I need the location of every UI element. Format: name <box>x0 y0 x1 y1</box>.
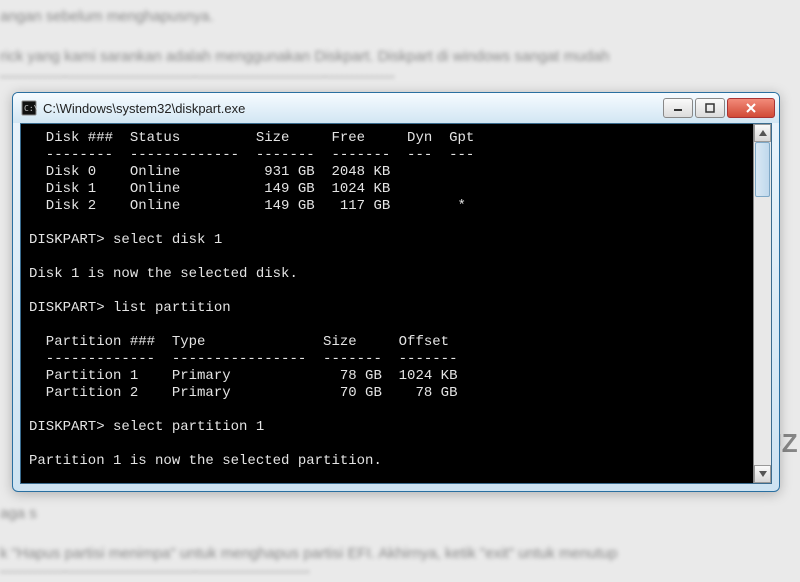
scrollbar-track[interactable] <box>754 142 771 465</box>
partition-row: Partition 1 Primary 78 GB 1024 KB <box>29 368 457 384</box>
disk-row: Disk 0 Online 931 GB 2048 KB <box>29 164 390 180</box>
minimize-button[interactable] <box>663 98 693 118</box>
command-input: list partition <box>113 300 231 316</box>
close-button[interactable] <box>727 98 775 118</box>
vertical-scrollbar[interactable] <box>753 124 771 483</box>
background-text: k "Hapus partisi menimpa" untuk menghapu… <box>0 545 617 562</box>
window-title: C:\Windows\system32\diskpart.exe <box>43 101 661 116</box>
response: Disk 1 is now the selected disk. <box>29 266 298 282</box>
prompt: DISKPART> <box>29 232 113 248</box>
console-output[interactable]: Disk ### Status Size Free Dyn Gpt ------… <box>21 124 753 483</box>
disk-divider: -------- ------------- ------- ------- -… <box>29 147 474 163</box>
diskpart-window: C:\ C:\Windows\system32\diskpart.exe Dis… <box>12 92 780 492</box>
background-text: rick yang kami sarankan adalah menggunak… <box>0 48 610 65</box>
console-app-icon: C:\ <box>21 100 37 116</box>
prompt: DISKPART> <box>29 419 113 435</box>
command-input: select partition 1 <box>113 419 264 435</box>
background-text: ----------------------------------------… <box>0 563 310 580</box>
scrollbar-thumb[interactable] <box>755 142 770 197</box>
command-input: select disk 1 <box>113 232 222 248</box>
partition-row: Partition 2 Primary 70 GB 78 GB <box>29 385 457 401</box>
prompt: DISKPART> <box>29 300 113 316</box>
partition-divider: ------------- ---------------- ------- -… <box>29 351 457 367</box>
maximize-button[interactable] <box>695 98 725 118</box>
partition-header: Partition ### Type Size Offset <box>29 334 449 350</box>
disk-row: Disk 2 Online 149 GB 117 GB * <box>29 198 466 214</box>
scroll-up-button[interactable] <box>754 124 771 142</box>
background-text: angan sebelum menghapusnya. <box>0 8 214 25</box>
disk-row: Disk 1 Online 149 GB 1024 KB <box>29 181 390 197</box>
response: Partition 1 is now the selected partitio… <box>29 453 382 469</box>
scroll-down-button[interactable] <box>754 465 771 483</box>
disk-header: Disk ### Status Size Free Dyn Gpt <box>29 130 474 146</box>
svg-text:C:\: C:\ <box>24 104 37 113</box>
console-area: Disk ### Status Size Free Dyn Gpt ------… <box>20 123 772 484</box>
background-text: ----------------------------------------… <box>0 68 395 85</box>
titlebar[interactable]: C:\ C:\Windows\system32\diskpart.exe <box>13 93 779 123</box>
background-text: aga s <box>0 505 37 522</box>
